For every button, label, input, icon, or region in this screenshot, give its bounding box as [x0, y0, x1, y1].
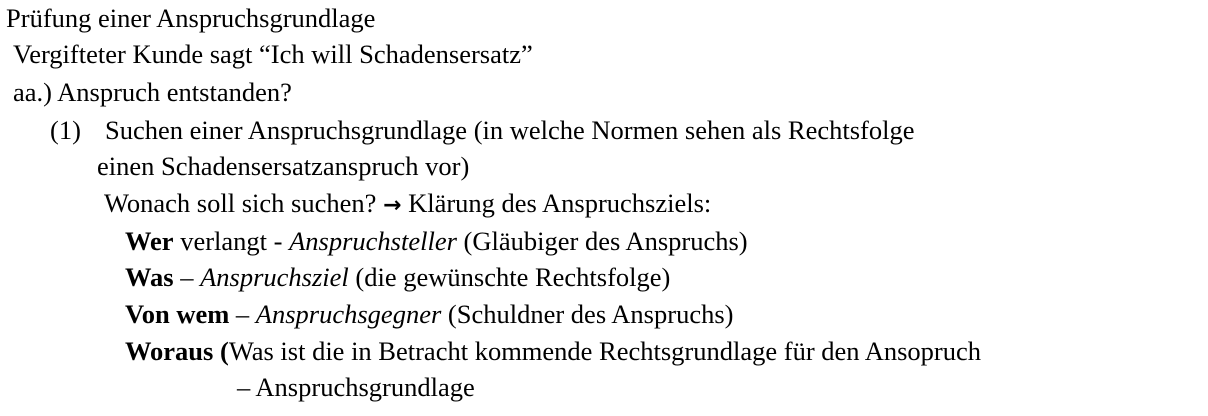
item-1-text: Suchen einer Anspruchsgrundlage (in welc… [105, 115, 915, 145]
case-line: Vergifteter Kunde sagt “Ich will Schaden… [13, 41, 533, 68]
criterion-wer: Wer verlangt - Anspruchsteller (Gläubige… [125, 228, 748, 255]
case-text: Vergifteter Kunde sagt “Ich will Schaden… [13, 39, 533, 69]
criterion-detail: (Schuldner des Anspruchs) [441, 299, 734, 329]
criterion-role: Anspruchsgegner [255, 299, 442, 329]
criterion-role: Anspruchsziel [200, 262, 349, 292]
criterion-detail: (Gläubiger des Anspruchs) [456, 226, 748, 256]
criterion-term: Von wem [125, 299, 230, 329]
document-page: Prüfung einer Anspruchsgrundlage Vergift… [0, 0, 1208, 416]
criterion-separator: – [229, 299, 256, 329]
item-1: (1) Suchen einer Anspruchsgrundlage (in w… [50, 117, 914, 144]
criterion-woraus: Woraus (Was ist die in Betracht kommende… [125, 338, 981, 365]
question-line: Wonach soll sich suchen? → Klärung des A… [104, 190, 711, 217]
question-after-arrow: Klärung des Anspruchsziels: [401, 188, 712, 218]
criterion-term: Wer [125, 226, 174, 256]
final-line: – Anspruchsgrundlage [237, 374, 475, 401]
item-1-continuation: einen Schadensersatzanspruch vor) [97, 153, 469, 180]
document-heading: Prüfung einer Anspruchsgrundlage [6, 5, 375, 32]
heading-text: Prüfung einer Anspruchsgrundlage [6, 3, 376, 33]
criterion-detail: Was ist die in Betracht kommende Rechtsg… [228, 336, 982, 366]
question-before-arrow: Wonach soll sich suchen? [104, 188, 377, 218]
criterion-separator: verlangt - [173, 226, 290, 256]
item-1-number: (1) [50, 115, 81, 145]
criterion-term: Was [125, 262, 174, 292]
criterion-detail: (die gewünschte Rechtsfolge) [348, 262, 671, 292]
right-arrow-icon: → [383, 193, 402, 218]
point-aa: aa.) Anspruch entstanden? [13, 79, 292, 106]
criterion-term: Woraus ( [125, 336, 229, 366]
criterion-role: Anspruchsteller [289, 226, 457, 256]
criterion-separator: – [173, 262, 201, 292]
item-1-continuation-text: einen Schadensersatzanspruch vor) [97, 151, 470, 181]
criterion-von-wem: Von wem – Anspruchsgegner (Schuldner des… [125, 301, 733, 328]
final-line-text: – Anspruchsgrundlage [237, 372, 475, 402]
criterion-was: Was – Anspruchsziel (die gewünschte Rech… [125, 264, 670, 291]
point-aa-text: aa.) Anspruch entstanden? [13, 77, 292, 107]
